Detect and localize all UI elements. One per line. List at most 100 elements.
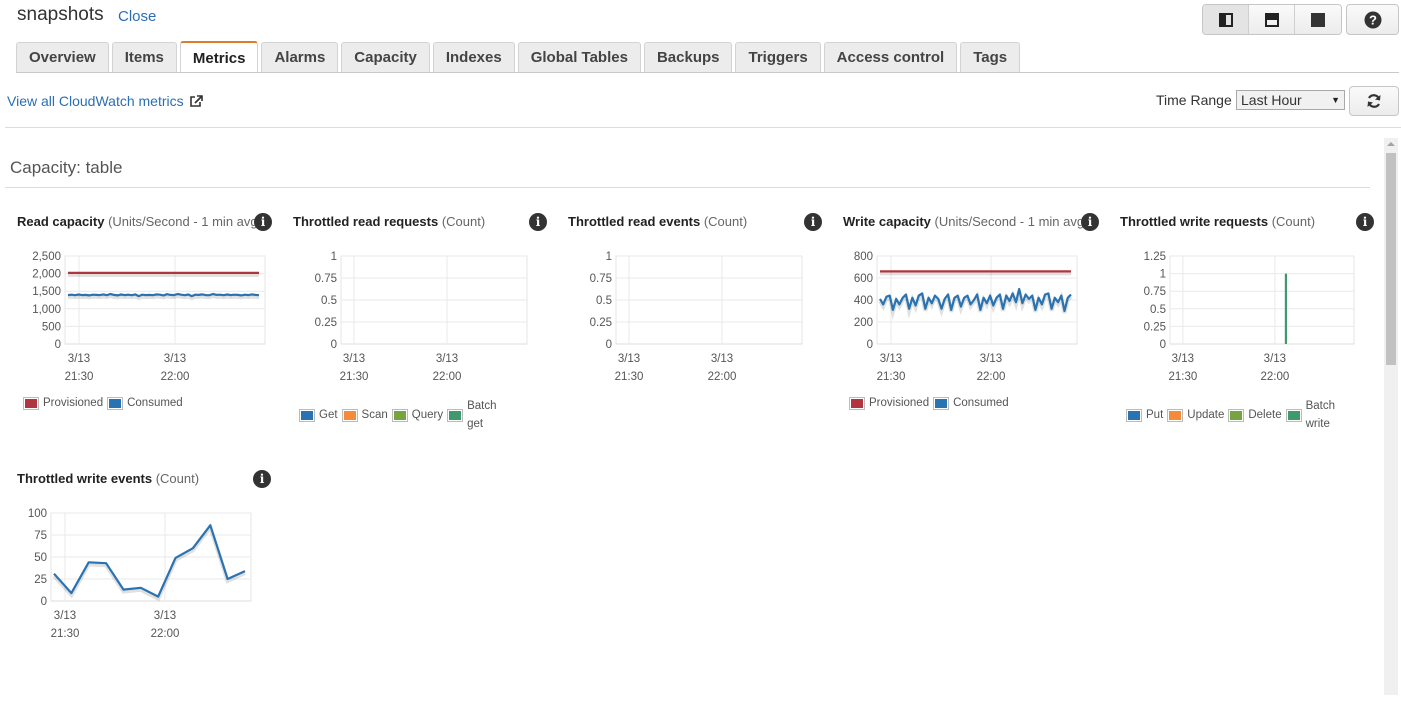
tab-alarms[interactable]: Alarms <box>261 42 339 72</box>
widget-title-metric: Write capacity <box>843 214 931 229</box>
y-tick-label: 25 <box>34 574 47 586</box>
series-line-throttled-write-events[interactable] <box>53 524 246 598</box>
widget-title-unit: (Units/Second - 1 min avg) <box>108 214 262 229</box>
full-screen-view-button[interactable] <box>1295 5 1341 34</box>
legend-item-query[interactable]: Query <box>391 406 443 424</box>
info-icon[interactable]: i <box>529 213 547 231</box>
y-tick-label: 400 <box>854 295 873 307</box>
y-tick-label: 100 <box>28 508 47 520</box>
cloudwatch-link-label: View all CloudWatch metrics <box>7 93 184 109</box>
tab-tags[interactable]: Tags <box>960 42 1021 72</box>
widget-title-unit: (Units/Second - 1 min avg) <box>934 214 1089 229</box>
legend-item-put[interactable]: Put <box>1126 406 1163 424</box>
legend-item-scan[interactable]: Scan <box>341 406 388 424</box>
legend-label: Delete <box>1248 409 1282 421</box>
widget-title: Throttled read requests (Count) <box>293 214 485 229</box>
legend-item-provisioned[interactable]: Provisioned <box>23 394 103 412</box>
read-capacity-chart: 2,500 2,000 1,500 1,000 500 0 3/13 21:30 3/13 22:… <box>32 251 266 383</box>
tab-access-control[interactable]: Access control <box>823 42 958 72</box>
y-tick-label: 500 <box>42 321 61 333</box>
y-tick-label: 50 <box>34 552 47 564</box>
split-vertical-view-button[interactable] <box>1203 5 1249 34</box>
refresh-icon <box>1367 94 1381 108</box>
widget-title-unit: (Count) <box>703 214 748 229</box>
tab-overview[interactable]: Overview <box>16 42 109 72</box>
y-tick-label: 800 <box>854 251 873 263</box>
legend-item-update[interactable]: Update <box>1167 406 1224 424</box>
time-range-value: Last Hour <box>1241 92 1302 108</box>
view-cloudwatch-metrics-link[interactable]: View all CloudWatch metrics <box>7 93 203 109</box>
section-title: Capacity: table <box>10 158 123 177</box>
info-icon[interactable]: i <box>1081 213 1099 231</box>
close-link[interactable]: Close <box>118 8 156 25</box>
tab-backups[interactable]: Backups <box>643 42 733 72</box>
time-range-select[interactable]: Last Hour ▼ <box>1236 90 1345 110</box>
legend-item-consumed[interactable]: Consumed <box>107 394 183 412</box>
legend-item-delete[interactable]: Delete <box>1228 406 1282 424</box>
tab-triggers[interactable]: Triggers <box>735 42 821 72</box>
throttled-write-events-chart: 100 75 50 25 0 3/13 21:30 3/13 22:00 <box>28 508 252 640</box>
y-tick-label: 0 <box>1160 339 1166 351</box>
widget-title-unit: (Count) <box>441 214 486 229</box>
refresh-button[interactable] <box>1349 86 1399 116</box>
y-tick-label: 0 <box>55 339 61 351</box>
tab-indexes[interactable]: Indexes <box>432 42 515 72</box>
plot-area <box>1169 255 1355 345</box>
legend-label: Provisioned <box>869 397 930 409</box>
tab-metrics[interactable]: Metrics <box>179 41 259 73</box>
time-range-label: Time Range <box>1156 92 1232 108</box>
y-tick-label: 0.5 <box>596 295 612 307</box>
legend-swatch <box>391 408 408 422</box>
info-icon[interactable]: i <box>253 470 271 488</box>
widget-title-unit: (Count) <box>155 471 200 486</box>
section-divider <box>5 187 1370 188</box>
question-circle-icon: ? <box>1364 11 1381 28</box>
x-tick-date: 3/13 <box>154 610 176 622</box>
legend-item-batch-write[interactable]: Batch write <box>1285 397 1340 433</box>
legend-label: Batch get <box>467 400 497 430</box>
external-link-icon <box>189 94 203 107</box>
x-tick-date: 3/13 <box>618 353 640 365</box>
y-tick-label: 0.25 <box>1144 321 1166 333</box>
chart-legend: Put Update Delete Batch write <box>1126 397 1344 433</box>
legend-item-batch-get[interactable]: Batch get <box>447 397 501 433</box>
y-tick-label: 200 <box>854 317 873 329</box>
scrollbar-thumb[interactable] <box>1386 153 1396 365</box>
legend-label: Put <box>1146 409 1164 421</box>
tab-capacity[interactable]: Capacity <box>341 42 430 72</box>
x-tick-date: 3/13 <box>436 353 458 365</box>
widget-title: Write capacity (Units/Second - 1 min avg… <box>843 214 1088 229</box>
legend-item-get[interactable]: Get <box>299 406 338 424</box>
y-tick-label: 0.75 <box>590 273 612 285</box>
tab-global-tables[interactable]: Global Tables <box>517 42 641 72</box>
widget-title-metric: Throttled write events <box>17 471 153 486</box>
view-mode-group <box>1202 4 1342 35</box>
y-tick-label: 0 <box>606 339 612 351</box>
y-tick-label: 1,500 <box>32 286 61 298</box>
throttled-read-events-widget: Throttled read events (Count) i 1 0.75 0.5 0.… <box>568 213 830 444</box>
legend-label: Scan <box>361 409 388 421</box>
split-horizontal-view-button[interactable] <box>1249 5 1295 34</box>
info-icon[interactable]: i <box>1356 213 1374 231</box>
tabs-divider <box>16 72 1399 73</box>
x-tick-time: 21:30 <box>1168 371 1197 383</box>
help-button[interactable]: ? <box>1346 4 1399 35</box>
x-tick-date: 3/13 <box>164 353 186 365</box>
split-vertical-icon <box>1218 12 1233 27</box>
x-tick-date: 3/13 <box>711 353 733 365</box>
widget-title: Throttled write requests (Count) <box>1120 214 1315 229</box>
scroll-up-arrow-icon[interactable] <box>1387 142 1395 146</box>
legend-item-consumed[interactable]: Consumed <box>933 394 1009 412</box>
dropdown-arrow-icon: ▼ <box>1331 95 1340 105</box>
x-tick-time: 21:30 <box>340 371 369 383</box>
widget-title-metric: Throttled read requests <box>293 214 439 229</box>
legend-swatch <box>1285 408 1302 422</box>
info-icon[interactable]: i <box>254 213 272 231</box>
series-line-consumed[interactable] <box>67 292 260 298</box>
legend-swatch <box>341 408 358 422</box>
chart-legend: Provisioned Consumed <box>849 394 1013 412</box>
info-icon[interactable]: i <box>804 213 822 231</box>
tab-items[interactable]: Items <box>111 42 177 72</box>
vertical-scrollbar[interactable] <box>1384 138 1398 695</box>
legend-item-provisioned[interactable]: Provisioned <box>849 394 929 412</box>
